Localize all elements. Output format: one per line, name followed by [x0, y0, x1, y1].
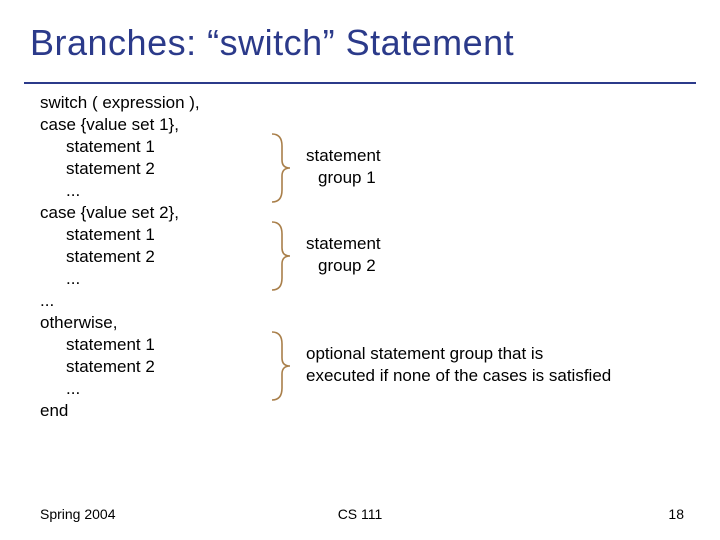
code-block: switch ( expression ), case {value set 1… [40, 92, 200, 422]
footer-page-number: 18 [668, 506, 684, 522]
annotation-text: statement [306, 145, 381, 167]
title-underline [24, 82, 696, 84]
code-line: ... [40, 378, 200, 400]
code-line: switch ( expression ), [40, 92, 200, 114]
annotation-group-1: statement group 1 [306, 145, 381, 189]
annotation-text: executed if none of the cases is satisfi… [306, 365, 611, 387]
slide-title: Branches: “switch” Statement [30, 22, 514, 64]
brace-icon [270, 220, 292, 292]
code-line: statement 2 [40, 246, 200, 268]
code-line: ... [40, 180, 200, 202]
code-line: statement 1 [40, 334, 200, 356]
annotation-group-2: statement group 2 [306, 233, 381, 277]
code-line: statement 1 [40, 224, 200, 246]
annotation-text: group 2 [306, 255, 381, 277]
annotation-text: statement [306, 233, 381, 255]
code-line: statement 2 [40, 158, 200, 180]
annotation-text: optional statement group that is [306, 343, 611, 365]
code-line: statement 1 [40, 136, 200, 158]
annotation-text: group 1 [306, 167, 381, 189]
code-line: ... [40, 268, 200, 290]
code-line: statement 2 [40, 356, 200, 378]
brace-icon [270, 330, 292, 402]
code-line: ... [40, 290, 200, 312]
slide: Branches: “switch” Statement switch ( ex… [0, 0, 720, 540]
code-line: case {value set 1}, [40, 114, 200, 136]
code-line: case {value set 2}, [40, 202, 200, 224]
annotation-group-3: optional statement group that is execute… [306, 343, 611, 387]
code-line: end [40, 400, 200, 422]
code-line: otherwise, [40, 312, 200, 334]
brace-icon [270, 132, 292, 204]
footer-course: CS 111 [0, 506, 720, 522]
